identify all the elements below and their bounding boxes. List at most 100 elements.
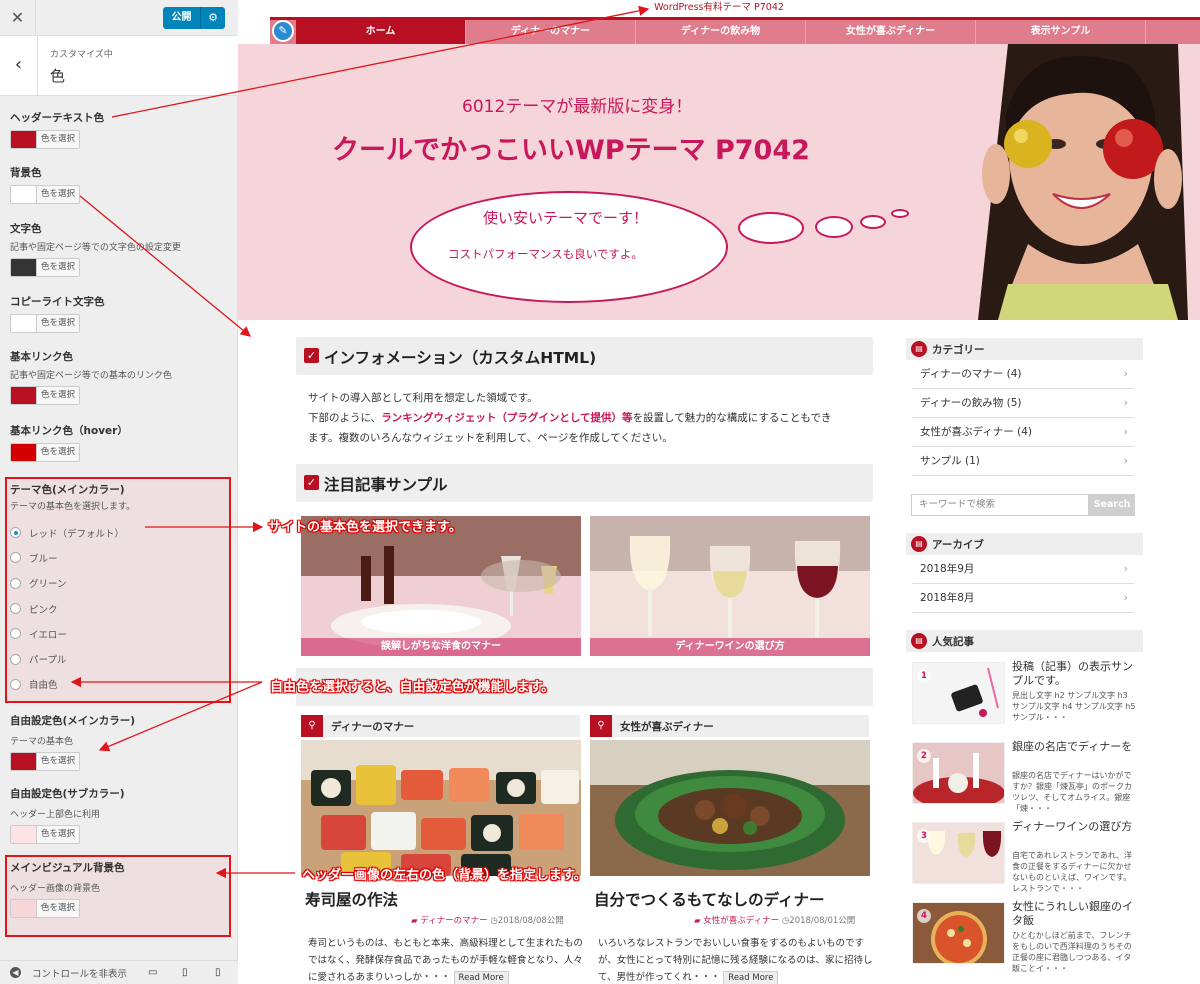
- color-picker-button[interactable]: 色を選択: [10, 185, 80, 204]
- nav-item-sample[interactable]: 表示サンプル: [976, 20, 1146, 44]
- category-link[interactable]: サンプル (1) ›: [912, 447, 1134, 476]
- section-title: 色: [50, 67, 66, 85]
- picker-label: 色を選択: [36, 315, 79, 332]
- search-input[interactable]: キーワードで検索: [911, 494, 1089, 516]
- category-link[interactable]: ディナーの飲み物 (5) ›: [912, 389, 1134, 418]
- archive-link[interactable]: 2018年8月 ›: [912, 584, 1134, 613]
- post-excerpt: いろいろなレストランでおいしい食事をするのもよいものですが、女性にとって特別に記…: [598, 935, 878, 984]
- post-thumbnail[interactable]: [301, 740, 581, 876]
- radio-red[interactable]: レッド（デフォルト）: [10, 520, 124, 545]
- featured-card[interactable]: 誤解しがちな洋食のマナー: [301, 516, 581, 656]
- color-picker-button[interactable]: 色を選択: [10, 314, 80, 333]
- color-swatch: [11, 315, 36, 332]
- featured-card[interactable]: ディナーワインの選び方: [590, 516, 870, 656]
- popular-item[interactable]: 2 銀座の名店でディナーを 銀座の名店でディナーはいかがですか？銀座「煉瓦亭」の…: [912, 740, 1137, 813]
- radio-dot: [10, 603, 21, 615]
- theme-color-radios: レッド（デフォルト） ブルー グリーン ピンク イエロー パープル 自由色: [10, 520, 124, 697]
- archive-label: 2018年9月: [920, 563, 975, 575]
- ranking-link[interactable]: ランキングウィジェット（プラグインとして提供）等: [381, 412, 632, 424]
- search-button[interactable]: Search: [1089, 494, 1135, 516]
- back-chevron-icon[interactable]: ‹: [0, 36, 38, 96]
- mobile-preview-icon[interactable]: ▯: [215, 967, 221, 978]
- publish-button-group: 公開 ⚙: [163, 7, 225, 29]
- folder-icon: ▰: [694, 916, 701, 926]
- publish-button[interactable]: 公開: [163, 7, 200, 29]
- archive-link[interactable]: 2018年9月 ›: [912, 555, 1134, 584]
- post-category-bar: ⚲ ディナーのマナー: [301, 715, 580, 737]
- color-swatch: [11, 387, 36, 404]
- color-picker-button[interactable]: 色を選択: [10, 386, 80, 405]
- info-line: 下部のように、ランキングウィジェット（プラグインとして提供）等を設置して魅力的な…: [308, 408, 868, 428]
- post-category-link[interactable]: 女性が喜ぶディナー: [703, 916, 779, 926]
- control-desc: テーマの基本色: [10, 737, 74, 747]
- tablet-preview-icon[interactable]: ▯: [182, 967, 188, 978]
- close-icon[interactable]: ✕: [0, 0, 36, 36]
- color-picker-button[interactable]: 色を選択: [10, 443, 80, 462]
- post-date: 2018/08/01公開: [789, 916, 856, 926]
- post-thumbnail[interactable]: [590, 740, 870, 876]
- radio-dot: [10, 653, 21, 665]
- thought-bubble: [815, 216, 853, 238]
- checkbox-icon: ✓: [304, 348, 319, 363]
- read-more-button[interactable]: Read More: [723, 971, 779, 984]
- hide-controls-icon[interactable]: ◀: [10, 967, 21, 978]
- nav-item-manners[interactable]: ディナーのマナー: [466, 20, 636, 44]
- color-picker-button[interactable]: 色を選択: [10, 752, 80, 771]
- color-swatch: [11, 444, 36, 461]
- category-link[interactable]: ディナーのマナー (4) ›: [912, 360, 1134, 389]
- radio-free[interactable]: 自由色: [10, 672, 124, 697]
- nav-item-drinks[interactable]: ディナーの飲み物: [636, 20, 806, 44]
- chevron-right-icon: ›: [1123, 455, 1128, 467]
- popular-thumbnail: 4: [912, 902, 1005, 964]
- category-link[interactable]: 女性が喜ぶディナー (4) ›: [912, 418, 1134, 447]
- popular-item[interactable]: 1 投稿（記事）の表示サンプルです。 見出し文字 h2 サンプル文字 h3 サン…: [912, 660, 1137, 730]
- featured-caption: 誤解しがちな洋食のマナー: [301, 638, 581, 656]
- post-category-title[interactable]: 女性が喜ぶディナー: [620, 719, 714, 734]
- widget-title: カテゴリー: [932, 344, 985, 356]
- customizer-footer: ◀ コントロールを非表示 ▭ ▯ ▯: [0, 960, 238, 984]
- color-swatch: [11, 753, 36, 770]
- breadcrumb: カスタマイズ中: [50, 50, 113, 60]
- color-picker-button[interactable]: 色を選択: [10, 130, 80, 149]
- desktop-preview-icon[interactable]: ▭: [148, 967, 157, 978]
- radio-dot: [10, 577, 21, 589]
- edit-pencil-icon[interactable]: ✎: [272, 20, 294, 42]
- radio-blue[interactable]: ブルー: [10, 545, 124, 570]
- nav-item-home[interactable]: ホーム: [296, 20, 466, 44]
- control-free-main-color: 自由設定色(メインカラー) テーマの基本色 色を選択: [10, 713, 135, 771]
- control-free-sub-color: 自由設定色(サブカラー) ヘッダー上部色に利用 色を選択: [10, 786, 125, 844]
- category-label: ディナーの飲み物 (5): [920, 397, 1022, 409]
- radio-dot: [10, 628, 21, 640]
- radio-green[interactable]: グリーン: [10, 571, 124, 596]
- post-date: 2018/08/08公開: [497, 916, 564, 926]
- post-title[interactable]: 自分でつくるもてなしのディナー: [594, 888, 825, 910]
- nav-item-women[interactable]: 女性が喜ぶディナー: [806, 20, 976, 44]
- category-label: ディナーのマナー (4): [920, 368, 1022, 380]
- radio-purple[interactable]: パープル: [10, 646, 124, 671]
- chevron-right-icon: ›: [1123, 592, 1128, 604]
- picker-label: 色を選択: [36, 186, 79, 203]
- color-picker-button[interactable]: 色を選択: [10, 258, 80, 277]
- popular-item[interactable]: 4 女性にうれしい銀座のイタ飯 ひとむかしほど前まで、フレンチをもしのいで西洋料…: [912, 900, 1137, 973]
- control-link-hover-color: 基本リンク色（hover） 色を選択: [10, 423, 128, 462]
- radio-pink[interactable]: ピンク: [10, 596, 124, 621]
- post-meta: ▰ 女性が喜ぶディナー ◷2018/08/01公開: [694, 914, 855, 926]
- picker-label: 色を選択: [36, 900, 79, 917]
- popular-title: 投稿（記事）の表示サンプルです。: [1012, 660, 1133, 687]
- color-picker-button[interactable]: 色を選択: [10, 899, 80, 918]
- post-title[interactable]: 寿司屋の作法: [305, 888, 398, 910]
- global-nav: ホーム ディナーのマナー ディナーの飲み物 女性が喜ぶディナー 表示サンプル: [270, 17, 1200, 44]
- popular-thumbnail: 2: [912, 742, 1005, 804]
- hide-controls-button[interactable]: コントロールを非表示: [32, 966, 127, 980]
- post-category-title[interactable]: ディナーのマナー: [331, 719, 414, 734]
- post-category-link[interactable]: ディナーのマナー: [420, 916, 487, 926]
- read-more-button[interactable]: Read More: [453, 971, 509, 984]
- rank-badge: 1: [917, 669, 931, 683]
- color-picker-button[interactable]: 色を選択: [10, 825, 80, 844]
- featured-heading-bar: ✓ 注目記事サンプル: [296, 464, 873, 502]
- radio-yellow[interactable]: イエロー: [10, 621, 124, 646]
- gear-icon[interactable]: ⚙: [200, 7, 225, 29]
- rank-badge: 4: [917, 909, 931, 923]
- popular-item[interactable]: 3 ディナーワインの選び方 自宅であれレストランであれ、洋食の正餐をするディナー…: [912, 820, 1137, 893]
- popular-title: 女性にうれしい銀座のイタ飯: [1012, 900, 1133, 927]
